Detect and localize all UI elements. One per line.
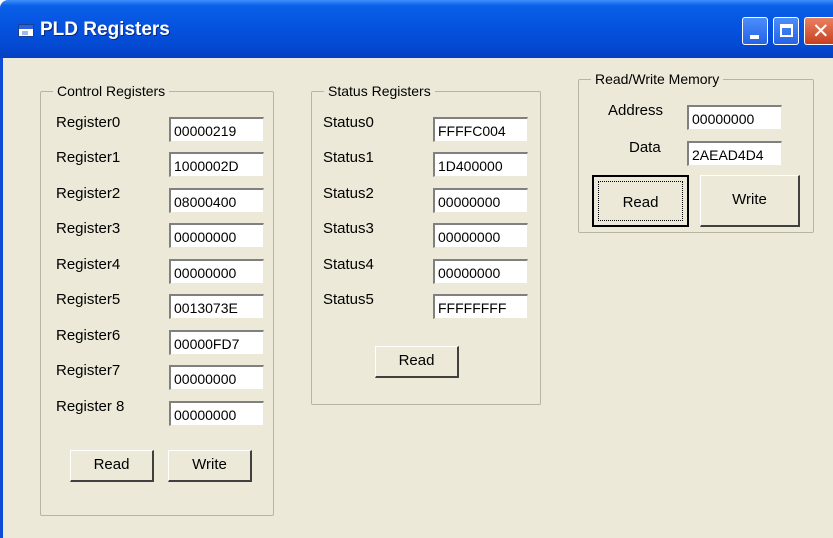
register-2-label: Register2 (56, 185, 121, 202)
memory-read-label: Read (598, 181, 683, 221)
close-icon: ✕ (812, 19, 830, 43)
register-5-field[interactable]: 0013073E (169, 294, 264, 319)
register-8-label: Register 8 (56, 398, 125, 415)
register-0-label: Register0 (56, 114, 121, 131)
register-4-field[interactable]: 00000000 (169, 259, 264, 284)
minimize-icon (750, 35, 759, 39)
client-area: Control Registers Register0 00000219 Reg… (3, 58, 833, 538)
window-icon[interactable] (18, 24, 34, 37)
data-field[interactable]: 2AEAD4D4 (687, 141, 782, 166)
control-write-button[interactable]: Write (168, 450, 252, 482)
register-4-label: Register4 (56, 256, 121, 273)
control-registers-group: Control Registers Register0 00000219 Reg… (40, 82, 274, 516)
minimize-button[interactable] (742, 17, 768, 45)
close-button[interactable]: ✕ (804, 17, 833, 45)
window-title: PLD Registers (40, 19, 170, 40)
register-1-field[interactable]: 1000002D (169, 152, 264, 177)
status-4-field[interactable]: 00000000 (433, 259, 528, 284)
control-registers-legend: Control Registers (53, 82, 170, 100)
status-1-label: Status1 (323, 149, 374, 166)
pld-registers-window: PLD Registers ✕ Control Registers Regist… (0, 0, 833, 538)
control-read-button[interactable]: Read (70, 450, 154, 482)
memory-write-button[interactable]: Write (700, 175, 800, 227)
register-7-field[interactable]: 00000000 (169, 365, 264, 390)
register-7-label: Register7 (56, 362, 121, 379)
status-2-field[interactable]: 00000000 (433, 188, 528, 213)
maximize-button[interactable] (773, 17, 799, 45)
register-5-label: Register5 (56, 291, 121, 308)
address-field[interactable]: 00000000 (687, 105, 782, 130)
register-0-field[interactable]: 00000219 (169, 117, 264, 142)
status-registers-group: Status Registers Status0 FFFFC004 Status… (311, 82, 541, 405)
register-6-field[interactable]: 00000FD7 (169, 330, 264, 355)
register-3-label: Register3 (56, 220, 121, 237)
status-1-field[interactable]: 1D400000 (433, 152, 528, 177)
register-2-field[interactable]: 08000400 (169, 188, 264, 213)
status-3-field[interactable]: 00000000 (433, 223, 528, 248)
register-6-label: Register6 (56, 327, 121, 344)
status-3-label: Status3 (323, 220, 374, 237)
register-1-label: Register1 (56, 149, 121, 166)
status-2-label: Status2 (323, 185, 374, 202)
register-3-field[interactable]: 00000000 (169, 223, 264, 248)
maximize-icon (780, 24, 793, 37)
title-bar[interactable]: PLD Registers ✕ (0, 0, 833, 58)
status-0-label: Status0 (323, 114, 374, 131)
status-5-label: Status5 (323, 291, 374, 308)
data-label: Data (629, 139, 661, 156)
status-0-field[interactable]: FFFFC004 (433, 117, 528, 142)
status-registers-legend: Status Registers (324, 82, 435, 100)
memory-group: Read/Write Memory Address 00000000 Data … (578, 70, 814, 233)
status-4-label: Status4 (323, 256, 374, 273)
register-8-field[interactable]: 00000000 (169, 401, 264, 426)
status-5-field[interactable]: FFFFFFFF (433, 294, 528, 319)
memory-legend: Read/Write Memory (591, 70, 724, 88)
status-read-button[interactable]: Read (375, 346, 459, 378)
address-label: Address (608, 102, 664, 119)
memory-read-button[interactable]: Read (592, 175, 689, 227)
